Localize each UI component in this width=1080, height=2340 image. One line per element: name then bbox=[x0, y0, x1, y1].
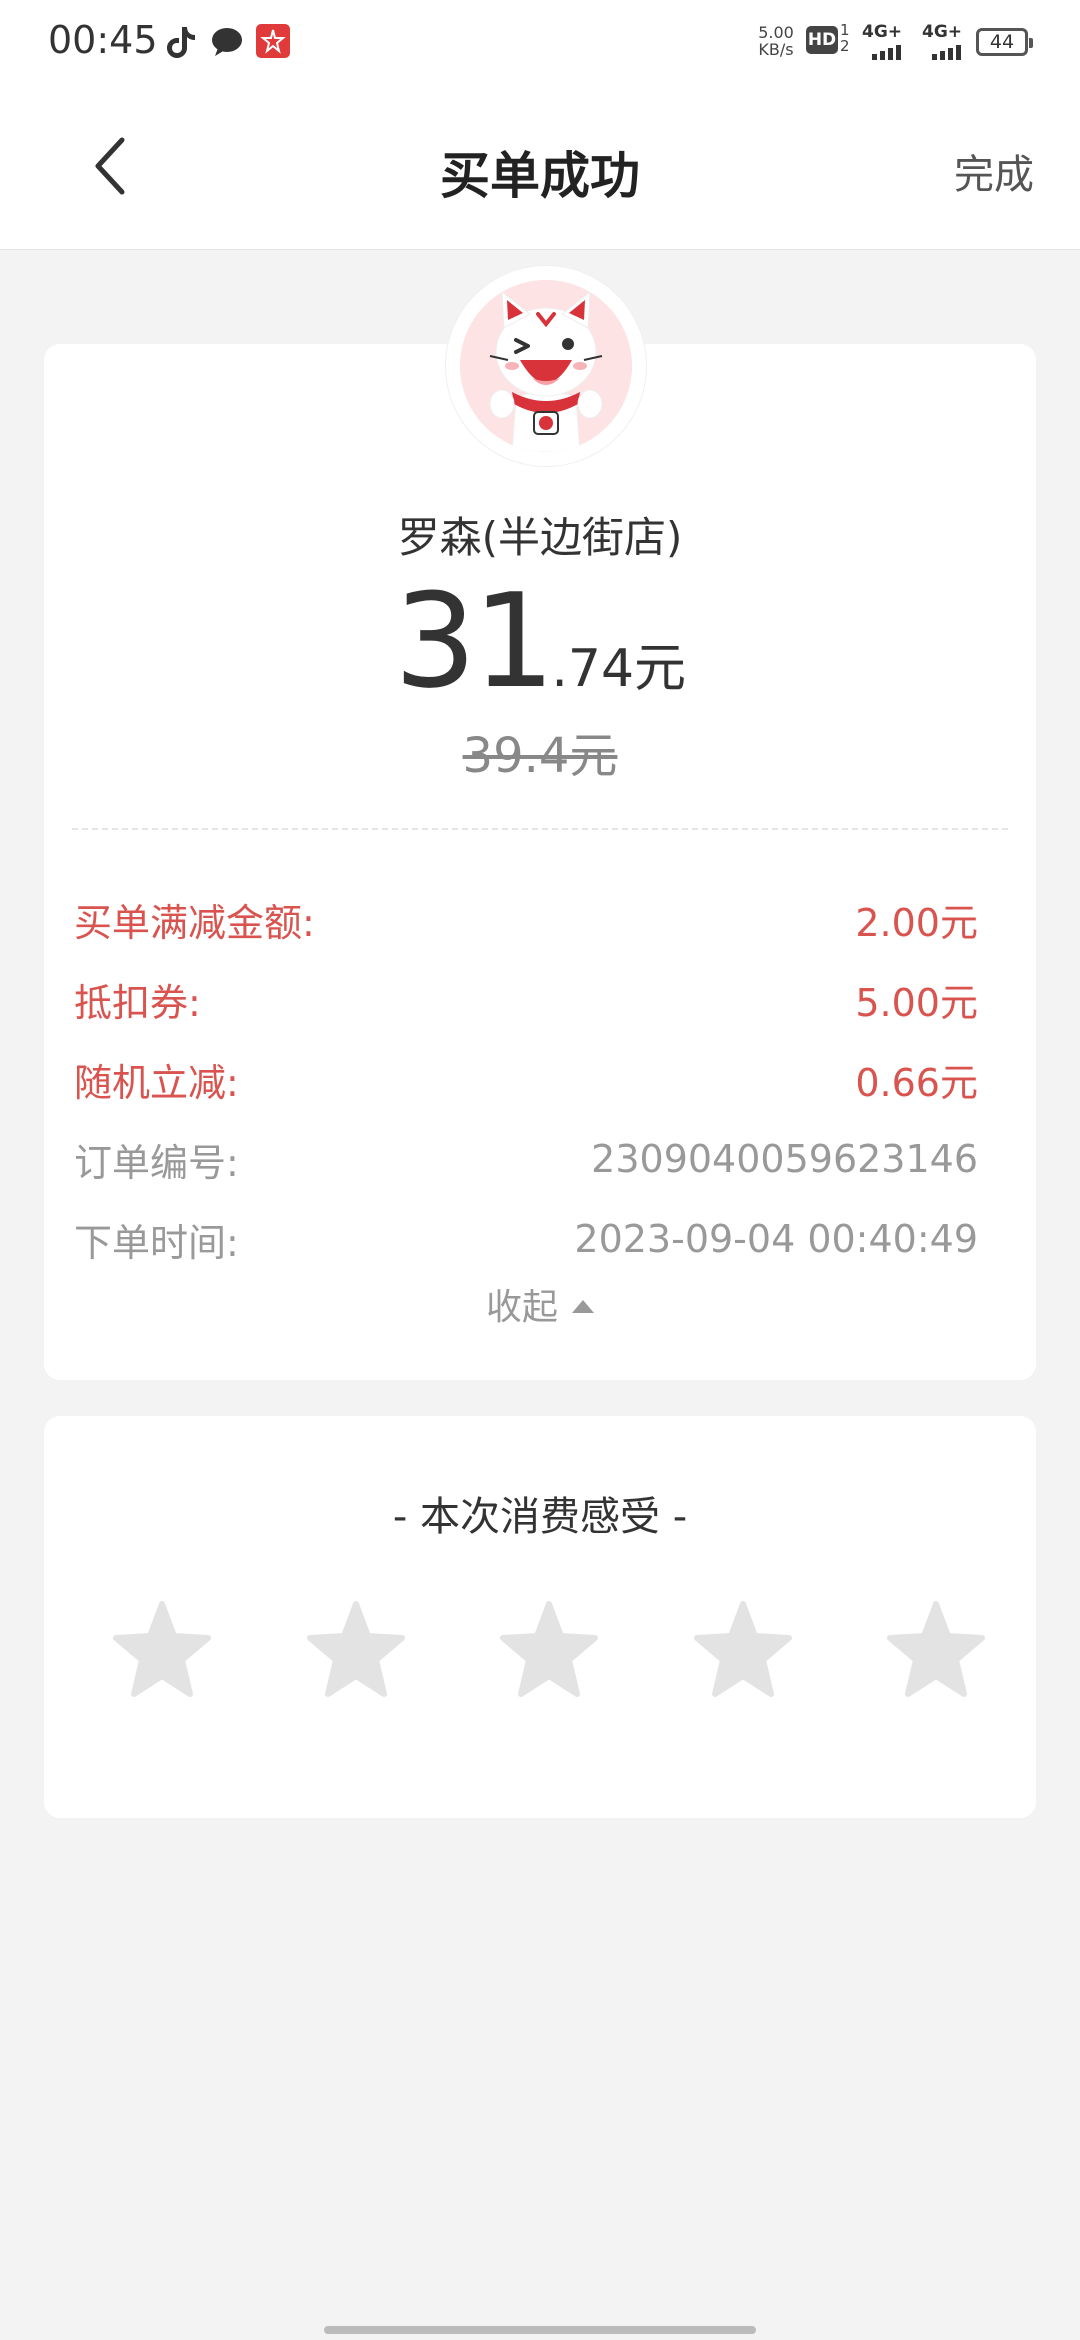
detail-value: 2023-09-04 00:40:49 bbox=[574, 1217, 978, 1261]
sim-slot-numbers: 1 2 bbox=[840, 22, 850, 54]
done-button[interactable]: 完成 bbox=[954, 142, 1034, 200]
star-2-icon[interactable] bbox=[306, 1600, 406, 1698]
detail-label: 随机立减: bbox=[74, 1060, 239, 1105]
star-1-icon[interactable] bbox=[112, 1600, 212, 1698]
detail-label: 订单编号: bbox=[74, 1140, 239, 1185]
detail-label: 下单时间: bbox=[74, 1220, 239, 1265]
detail-label: 买单满减金额: bbox=[74, 900, 315, 945]
network-speed-unit: KB/s bbox=[758, 40, 794, 59]
detail-row-coupon: 抵扣券: 5.00元 bbox=[74, 974, 978, 1025]
hd-voice-badge: HD bbox=[806, 26, 838, 54]
star-rating bbox=[112, 1600, 986, 1698]
caret-up-icon bbox=[572, 1299, 594, 1313]
collapse-toggle[interactable]: 收起 bbox=[44, 1278, 1036, 1330]
detail-row-order-time: 下单时间: 2023-09-04 00:40:49 bbox=[74, 1214, 978, 1265]
paid-amount-integer: 31 bbox=[393, 565, 555, 717]
network-speed-value: 5.00 bbox=[758, 23, 794, 42]
sim-slot-1: 1 bbox=[840, 21, 850, 39]
home-indicator[interactable] bbox=[324, 2326, 756, 2334]
detail-value: 0.66元 bbox=[855, 1060, 978, 1105]
network-speed: 5.00 KB/s bbox=[756, 24, 796, 58]
star-5-icon[interactable] bbox=[886, 1600, 986, 1698]
collapse-label: 收起 bbox=[485, 1287, 558, 1328]
red-app-icon bbox=[256, 24, 290, 58]
sim-slot-2: 2 bbox=[840, 37, 850, 55]
cat-mascot-icon bbox=[460, 280, 632, 452]
receipt-card: 罗森(半边街店) 31.74元 39.4元 买单满减金额: 2.00元 抵扣券:… bbox=[44, 344, 1036, 1380]
paid-amount-decimal: .74元 bbox=[551, 639, 687, 699]
status-time: 00:45 bbox=[48, 18, 158, 62]
detail-row-order-number: 订单编号: 2309040059623146 bbox=[74, 1134, 978, 1185]
chat-bubble-icon bbox=[212, 28, 242, 56]
detail-row-random-discount: 随机立减: 0.66元 bbox=[74, 1054, 978, 1105]
paid-amount: 31.74元 bbox=[44, 576, 1036, 706]
battery-icon: 44 bbox=[976, 28, 1033, 56]
signal-1-label: 4G+ bbox=[862, 22, 903, 42]
dashed-divider bbox=[72, 828, 1008, 830]
store-name: 罗森(半边街店) bbox=[397, 513, 683, 562]
detail-value: 2.00元 bbox=[855, 900, 978, 945]
signal-2-icon: 4G+ bbox=[922, 22, 976, 60]
tiktok-icon bbox=[167, 27, 195, 58]
detail-value: 2309040059623146 bbox=[591, 1137, 978, 1181]
detail-label: 抵扣券: bbox=[74, 980, 201, 1025]
original-amount: 39.4元 bbox=[462, 728, 618, 784]
page-title: 买单成功 bbox=[440, 147, 640, 205]
detail-value: 5.00元 bbox=[855, 980, 978, 1025]
signal-2-label: 4G+ bbox=[922, 22, 963, 42]
store-avatar bbox=[446, 266, 646, 466]
star-3-icon[interactable] bbox=[499, 1600, 599, 1698]
signal-1-icon: 4G+ bbox=[862, 22, 916, 60]
detail-row-full-reduction: 买单满减金额: 2.00元 bbox=[74, 894, 978, 945]
status-bar: 00:45 5.00 KB/s HD 1 2 4G+ 4G+ 44 bbox=[0, 0, 1080, 86]
nav-bar: 买单成功 完成 bbox=[0, 86, 1080, 250]
star-4-icon[interactable] bbox=[693, 1600, 793, 1698]
rating-title: - 本次消费感受 - bbox=[392, 1494, 688, 1540]
rating-card: - 本次消费感受 - bbox=[44, 1416, 1036, 1818]
